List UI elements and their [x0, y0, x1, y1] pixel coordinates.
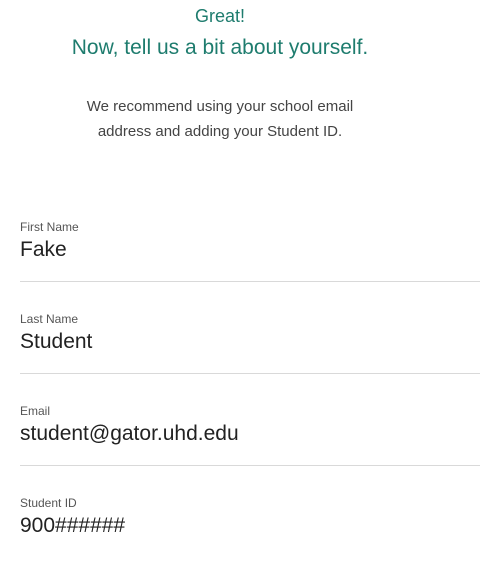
- student-id-field: Student ID: [20, 496, 480, 582]
- student-id-input[interactable]: [20, 512, 480, 540]
- recommendation-text: We recommend using your school email add…: [0, 94, 440, 144]
- first-name-field: First Name: [20, 220, 480, 306]
- email-underline: [20, 465, 480, 466]
- student-id-label: Student ID: [20, 496, 77, 510]
- last-name-underline: [20, 373, 480, 374]
- headline-tell-us: Now, tell us a bit about yourself.: [71, 36, 369, 59]
- email-field: Email: [20, 404, 480, 490]
- last-name-field: Last Name: [20, 312, 480, 398]
- last-name-label: Last Name: [20, 312, 79, 326]
- first-name-underline: [20, 281, 480, 282]
- recommendation-line-1: We recommend using your school email: [86, 98, 354, 115]
- email-input[interactable]: [20, 420, 480, 448]
- email-label: Email: [20, 404, 51, 418]
- recommendation-line-2: address and adding your Student ID.: [97, 123, 343, 140]
- headline-great: Great!: [194, 6, 246, 26]
- last-name-input[interactable]: [20, 328, 480, 356]
- first-name-input[interactable]: [20, 236, 480, 264]
- first-name-label: First Name: [20, 220, 79, 234]
